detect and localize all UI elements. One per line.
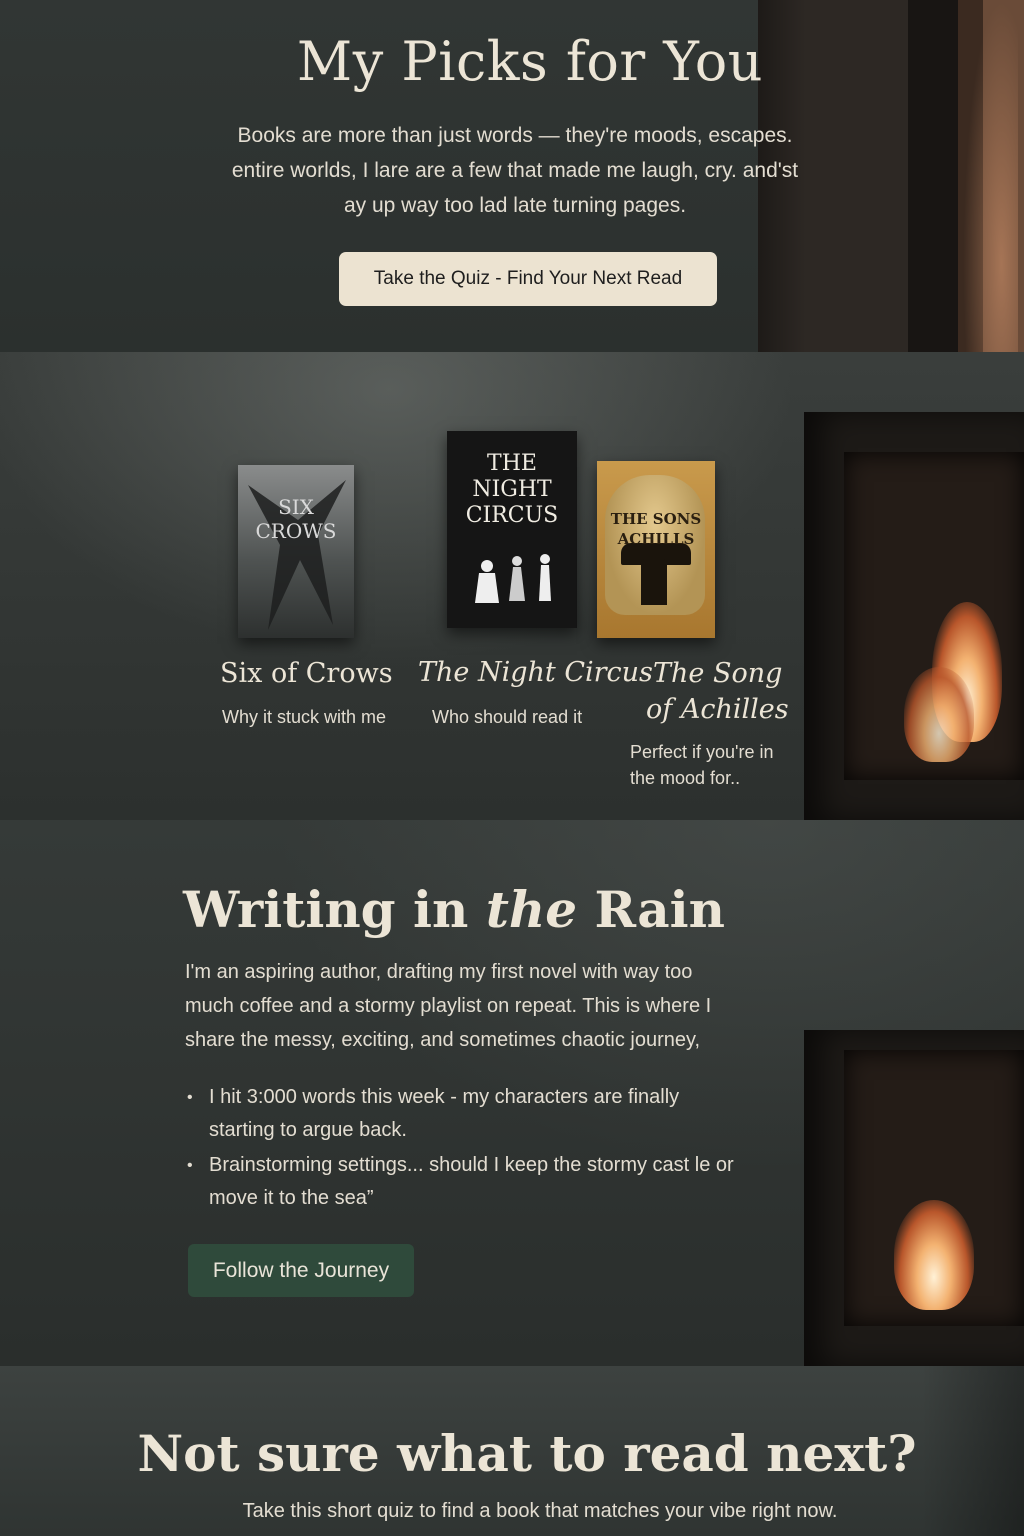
fireplace-image — [804, 412, 1024, 820]
quiz-cta-subtitle: Take this short quiz to find a book that… — [242, 1500, 838, 1522]
book-cover-song-of-achilles[interactable]: THE SONS ACHILLS — [597, 461, 715, 638]
book-title-night-circus[interactable]: The Night Circus — [418, 657, 653, 688]
list-item: I hit 3:000 words this week - my charact… — [185, 1081, 745, 1147]
cover-title-text: THE SONS ACHILLS — [610, 510, 702, 548]
quiz-cta-title: Not sure what to read next? — [137, 1424, 917, 1483]
fire-flame-icon — [904, 667, 974, 762]
crow-illustration-icon — [248, 480, 346, 630]
book-cover-night-circus[interactable]: THE NIGHT CIRCUS — [447, 431, 577, 628]
book-note-night-circus: Who should read it — [432, 707, 583, 727]
cover-title-text: SIX CROWS — [255, 495, 337, 543]
circus-figures-icon — [475, 554, 551, 603]
writing-intro-text: I'm an aspiring author, drafting my firs… — [185, 961, 712, 1051]
book-note-song-of-achilles: Perfect if you're in the mood for.. — [630, 742, 774, 788]
book-cover-six-of-crows[interactable]: SIX CROWS — [238, 465, 354, 638]
book-title-song-of-achilles[interactable]: The Song of Achilles — [646, 656, 816, 728]
book-note-six-of-crows: Why it stuck with me — [222, 707, 387, 727]
fireplace-image — [804, 1030, 1024, 1366]
follow-journey-button[interactable]: Follow the Journey — [188, 1244, 414, 1297]
writing-title: Writing in the Rain — [183, 880, 725, 939]
fire-flame-icon — [894, 1200, 974, 1310]
picks-title: My Picks for You — [296, 30, 764, 93]
book-title-six-of-crows[interactable]: Six of Crows — [220, 658, 393, 689]
take-quiz-button[interactable]: Take the Quiz - Find Your Next Read — [339, 252, 717, 306]
picks-intro-text: Books are more than just words — they're… — [231, 124, 799, 217]
list-item: Brainstorming settings... should I keep … — [185, 1149, 745, 1215]
writing-updates-list: I hit 3:000 words this week - my charact… — [185, 1081, 745, 1217]
